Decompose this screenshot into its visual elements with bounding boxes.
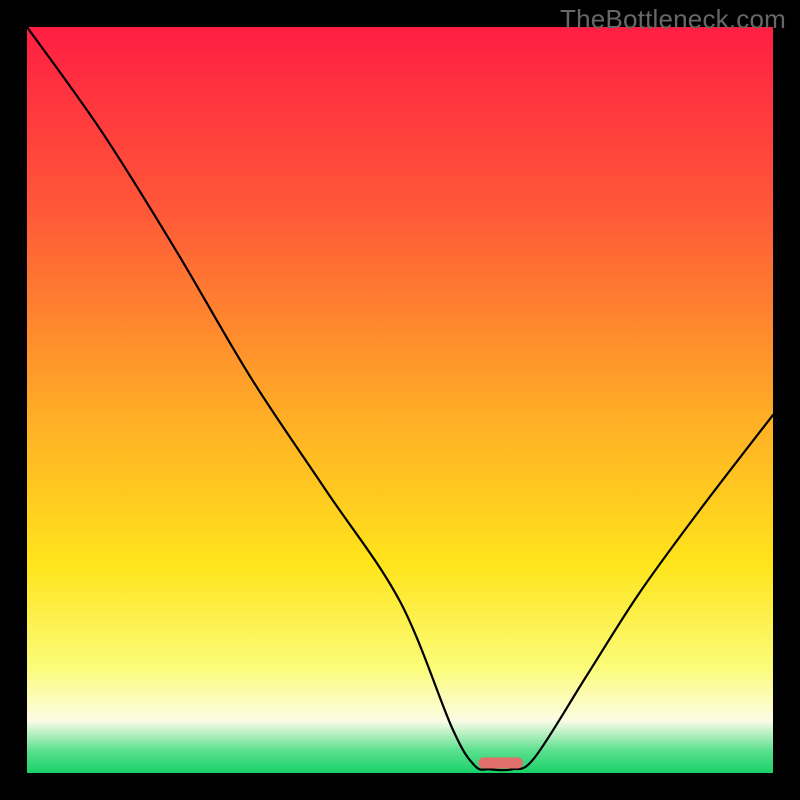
optimal-marker: [478, 757, 523, 768]
gradient-background: [27, 27, 773, 773]
chart-frame: TheBottleneck.com: [0, 0, 800, 800]
bottleneck-plot: [27, 27, 773, 773]
watermark-text: TheBottleneck.com: [560, 4, 786, 35]
